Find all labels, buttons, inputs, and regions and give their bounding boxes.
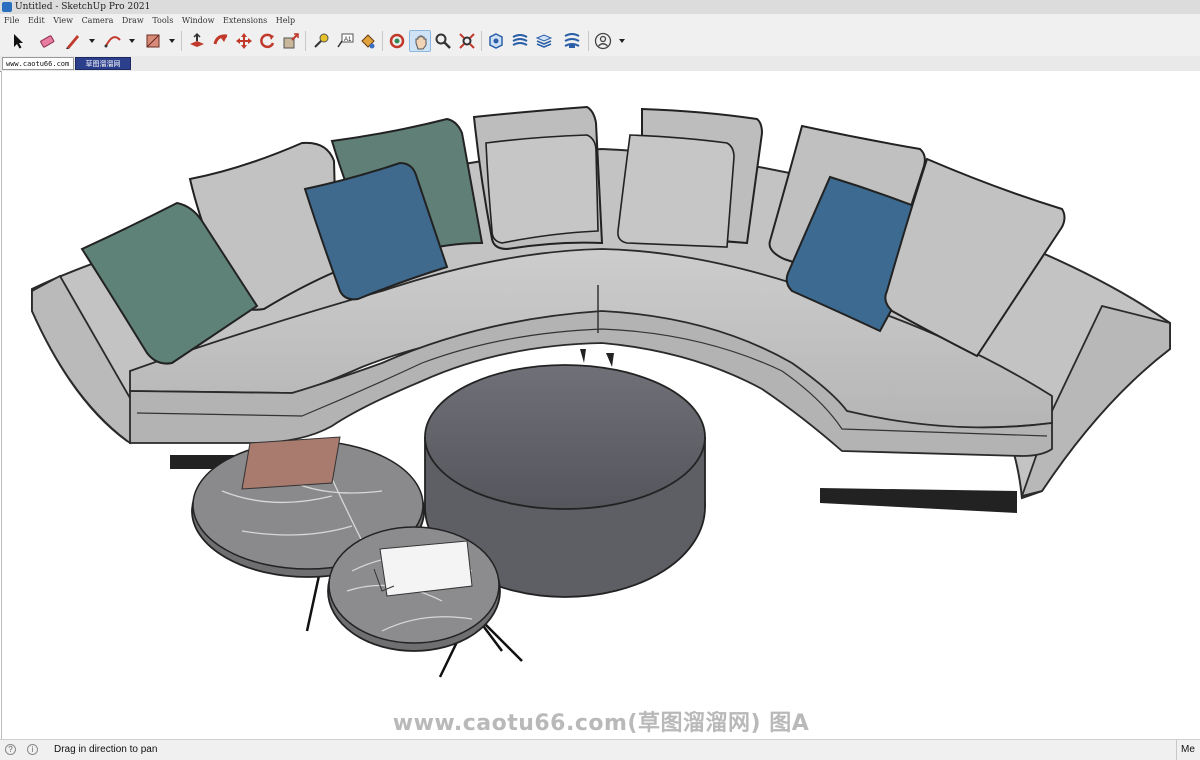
move-tool-button[interactable] bbox=[233, 30, 255, 52]
arc-icon bbox=[104, 36, 121, 48]
menu-help[interactable]: Help bbox=[273, 14, 298, 27]
menu-extensions[interactable]: Extensions bbox=[220, 14, 270, 27]
paper-on-table bbox=[379, 540, 473, 597]
eraser-tool-button[interactable] bbox=[36, 30, 58, 52]
pillow-gray-3 bbox=[485, 134, 599, 244]
chevron-down-icon[interactable] bbox=[128, 37, 136, 45]
extension-manager-button[interactable] bbox=[561, 30, 583, 52]
geo-location-icon[interactable]: ? bbox=[5, 744, 16, 755]
pan-tool-button[interactable] bbox=[409, 30, 431, 52]
sofa-leg-mid-1 bbox=[580, 349, 586, 363]
toolbar-separator bbox=[382, 31, 383, 51]
account-button[interactable] bbox=[592, 30, 614, 52]
select-tool-button[interactable] bbox=[7, 30, 29, 52]
tape-measure-icon bbox=[314, 33, 329, 48]
3d-warehouse-button[interactable] bbox=[485, 30, 507, 52]
follow-me-icon bbox=[213, 34, 228, 45]
push-pull-tool-button[interactable] bbox=[186, 30, 208, 52]
menu-tools[interactable]: Tools bbox=[149, 14, 176, 27]
extension-manager-icon bbox=[564, 33, 580, 48]
push-pull-icon bbox=[190, 32, 204, 47]
zoom-extents-tool-button[interactable] bbox=[456, 30, 478, 52]
orbit-icon bbox=[389, 33, 405, 49]
select-arrow-icon bbox=[14, 34, 23, 49]
menu-edit[interactable]: Edit bbox=[25, 14, 48, 27]
eraser-icon bbox=[40, 35, 55, 48]
chevron-down-icon[interactable] bbox=[88, 37, 96, 45]
main-toolbar: A1 bbox=[0, 27, 1200, 57]
text-tool-button[interactable]: A1 bbox=[334, 30, 356, 52]
menu-file[interactable]: File bbox=[0, 14, 22, 27]
user-account-icon bbox=[594, 32, 612, 50]
toolbar-separator bbox=[305, 31, 306, 51]
extension-warehouse-button[interactable] bbox=[509, 30, 531, 52]
menu-view[interactable]: View bbox=[50, 14, 76, 27]
toolbar-separator bbox=[481, 31, 482, 51]
line-tool-button[interactable] bbox=[62, 30, 84, 52]
layers-stack-icon bbox=[535, 34, 553, 48]
warehouse-icon bbox=[489, 33, 503, 49]
scale-tool-button[interactable] bbox=[280, 30, 302, 52]
scale-icon bbox=[283, 33, 299, 49]
scene-tab-caotu[interactable]: www.caotu66.com bbox=[2, 57, 74, 70]
status-bar: ? i Drag in direction to pan Me bbox=[0, 739, 1200, 760]
text-label-icon: A1 bbox=[337, 33, 354, 48]
info-icon[interactable]: i bbox=[27, 744, 38, 755]
watermark-text: www.caotu66.com(草图溜溜网) 图A bbox=[392, 711, 810, 736]
pan-hand-icon bbox=[415, 35, 427, 50]
follow-me-tool-button[interactable] bbox=[210, 30, 232, 52]
pillow-gray-5 bbox=[617, 134, 735, 248]
status-message: Drag in direction to pan bbox=[54, 744, 158, 755]
title-bar: Untitled - SketchUp Pro 2021 bbox=[0, 0, 1200, 15]
orbit-tool-button[interactable] bbox=[386, 30, 408, 52]
chevron-down-icon[interactable] bbox=[168, 37, 176, 45]
paint-bucket-tool-button[interactable] bbox=[357, 30, 379, 52]
menu-draw[interactable]: Draw bbox=[119, 14, 147, 27]
book-on-table bbox=[241, 436, 341, 490]
layout-send-button[interactable] bbox=[533, 30, 555, 52]
menu-camera[interactable]: Camera bbox=[79, 14, 117, 27]
menu-bar: File Edit View Camera Draw Tools Window … bbox=[0, 14, 1200, 27]
rectangle-icon bbox=[146, 34, 160, 48]
extension-warehouse-icon bbox=[512, 34, 528, 46]
move-arrows-icon bbox=[236, 33, 252, 49]
model-viewport[interactable]: www.caotu66.com(草图溜溜网) 图A bbox=[1, 71, 1200, 739]
toolbar-separator bbox=[588, 31, 589, 51]
pencil-icon bbox=[66, 35, 79, 49]
magnifier-icon bbox=[435, 33, 451, 49]
window-title: Untitled - SketchUp Pro 2021 bbox=[15, 2, 151, 12]
rotate-icon bbox=[260, 33, 275, 49]
sofa-base-right bbox=[820, 488, 1017, 513]
zoom-tool-button[interactable] bbox=[432, 30, 454, 52]
toolbar-separator bbox=[181, 31, 182, 51]
scene-tab-bar: www.caotu66.com 草图溜溜网 bbox=[0, 56, 1200, 72]
svg-text:A1: A1 bbox=[344, 37, 352, 43]
ottoman-top bbox=[424, 364, 706, 510]
measurements-label: Me bbox=[1176, 740, 1200, 760]
zoom-extents-icon bbox=[459, 33, 475, 49]
tape-measure-tool-button[interactable] bbox=[310, 30, 332, 52]
paint-bucket-icon bbox=[361, 34, 375, 49]
rectangle-tool-button[interactable] bbox=[142, 30, 164, 52]
sofa-scene bbox=[31, 105, 1171, 678]
sofa-leg-mid-2 bbox=[606, 353, 614, 367]
rotate-tool-button[interactable] bbox=[256, 30, 278, 52]
arc-tool-button[interactable] bbox=[102, 30, 124, 52]
sketchup-logo-icon bbox=[2, 2, 12, 12]
menu-window[interactable]: Window bbox=[179, 14, 218, 27]
chevron-down-icon[interactable] bbox=[618, 37, 626, 45]
scene-tab-active[interactable]: 草图溜溜网 bbox=[75, 57, 131, 70]
